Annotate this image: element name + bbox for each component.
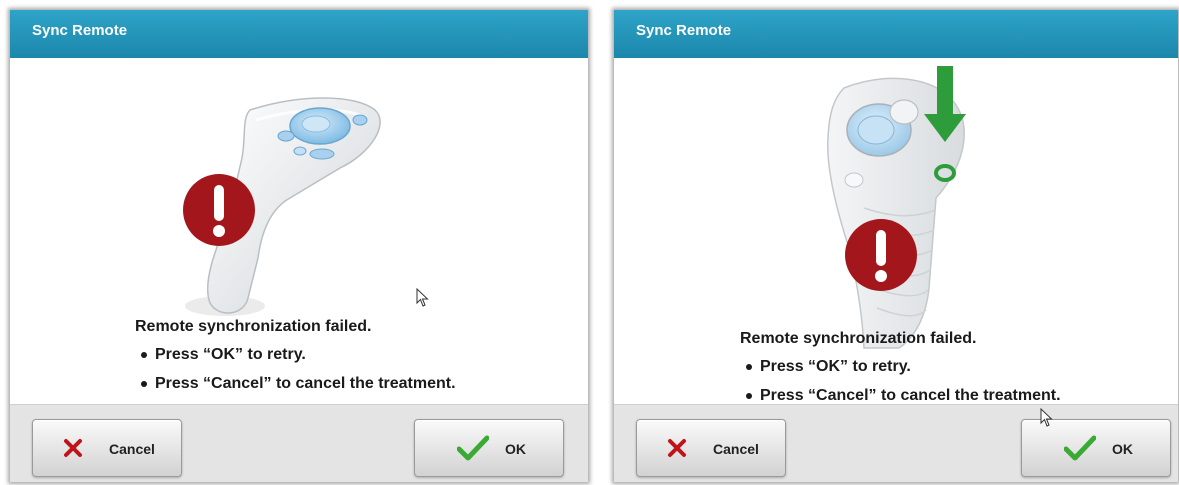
cancel-x-icon bbox=[668, 439, 686, 457]
error-icon bbox=[845, 219, 917, 291]
mouse-cursor-icon bbox=[416, 288, 429, 307]
dialog-footer: Cancel OK bbox=[10, 404, 588, 482]
dialog-content: Remote synchronization failed. Press “OK… bbox=[614, 58, 1178, 408]
dialog-title-bar: Sync Remote bbox=[614, 10, 1178, 58]
message-heading: Remote synchronization failed. bbox=[135, 318, 372, 335]
dialog-content: Remote synchronization failed. Press “OK… bbox=[10, 58, 588, 408]
instruction-item: Press “OK” to retry. bbox=[135, 346, 456, 364]
instruction-list: Press “OK” to retry. Press “Cancel” to c… bbox=[740, 358, 1061, 405]
instruction-item: Press “OK” to retry. bbox=[740, 358, 1061, 376]
ok-button-label: OK bbox=[1112, 441, 1133, 457]
cancel-button-label: Cancel bbox=[109, 441, 155, 457]
ok-button[interactable]: OK bbox=[414, 419, 564, 477]
cancel-button[interactable]: Cancel bbox=[636, 419, 786, 477]
cancel-button[interactable]: Cancel bbox=[32, 419, 182, 477]
message-heading: Remote synchronization failed. bbox=[740, 330, 977, 347]
error-icon bbox=[183, 174, 255, 246]
dialog-title: Sync Remote bbox=[32, 22, 128, 39]
dialog-title-bar: Sync Remote bbox=[10, 10, 588, 58]
dialog-footer: Cancel OK bbox=[614, 404, 1178, 482]
dialog-title: Sync Remote bbox=[636, 22, 732, 39]
instruction-list: Press “OK” to retry. Press “Cancel” to c… bbox=[135, 346, 456, 393]
cancel-x-icon bbox=[64, 439, 82, 457]
sync-remote-dialog-left: Sync Remote Remote synchronization faile… bbox=[10, 10, 588, 482]
cancel-button-label: Cancel bbox=[713, 441, 759, 457]
dialog-message: Remote synchronization failed. Press “OK… bbox=[135, 318, 456, 404]
mouse-cursor-icon bbox=[1040, 408, 1053, 427]
checkmark-icon bbox=[457, 435, 489, 461]
sync-remote-dialog-right: Sync Remote Remote synchronization faile… bbox=[614, 10, 1178, 482]
checkmark-icon bbox=[1064, 435, 1096, 461]
instruction-item: Press “Cancel” to cancel the treatment. bbox=[135, 375, 456, 393]
ok-button-label: OK bbox=[505, 441, 526, 457]
instruction-item: Press “Cancel” to cancel the treatment. bbox=[740, 387, 1061, 405]
